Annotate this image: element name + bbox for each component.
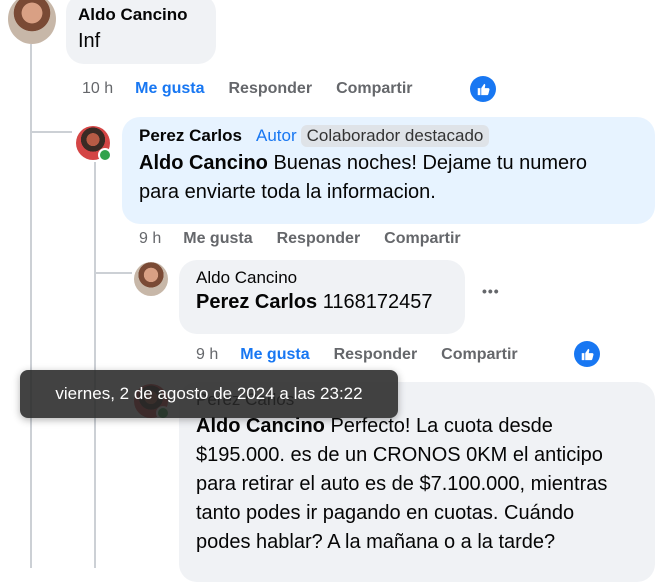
- top-contributor-badge: Colaborador destacado: [300, 125, 490, 147]
- thread-connector: [30, 131, 72, 133]
- comment-author[interactable]: Aldo Cancino: [78, 5, 204, 25]
- comment-actions: 9 h Me gusta Responder Compartir: [139, 230, 485, 248]
- like-button[interactable]: Me gusta: [240, 346, 309, 364]
- thread-line: [94, 162, 96, 568]
- mention-link[interactable]: Aldo Cancino: [196, 415, 325, 437]
- thread-line: [30, 44, 32, 568]
- comment-time[interactable]: 9 h: [196, 346, 218, 364]
- like-reaction-icon[interactable]: [574, 341, 600, 367]
- comment-time[interactable]: 10 h: [82, 80, 113, 98]
- thread-connector: [94, 272, 132, 274]
- comment-text: Perez Carlos 1168172457: [196, 291, 433, 313]
- comment-actions: 10 h Me gusta Responder Compartir: [82, 80, 437, 98]
- comment-time[interactable]: 9 h: [139, 230, 161, 248]
- like-button[interactable]: Me gusta: [135, 80, 204, 98]
- like-reaction-icon[interactable]: [470, 76, 496, 102]
- comment-bubble: Aldo Cancino Inf: [66, 0, 216, 64]
- like-button[interactable]: Me gusta: [183, 230, 252, 248]
- mention-link[interactable]: Aldo Cancino: [139, 152, 268, 174]
- more-options-icon[interactable]: •••: [482, 283, 500, 299]
- comment-author[interactable]: Perez Carlos: [139, 126, 242, 146]
- comment-text: Aldo Cancino Buenas noches! Dejame tu nu…: [139, 152, 587, 203]
- author-role-label: Autor: [256, 126, 297, 145]
- comment-bubble: Aldo Cancino Perez Carlos 1168172457: [179, 260, 465, 334]
- reply-button[interactable]: Responder: [228, 80, 312, 98]
- timestamp-tooltip: viernes, 2 de agosto de 2024 a las 23:22: [20, 370, 398, 418]
- comment-author[interactable]: Aldo Cancino: [196, 268, 453, 288]
- share-button[interactable]: Compartir: [384, 230, 460, 248]
- share-button[interactable]: Compartir: [441, 346, 517, 364]
- comment-text: Inf: [78, 30, 101, 52]
- comment-actions: 9 h Me gusta Responder Compartir: [196, 346, 542, 364]
- reply-button[interactable]: Responder: [334, 346, 418, 364]
- comment-text: Aldo Cancino Perfecto! La cuota desde $1…: [196, 415, 608, 553]
- reply-button[interactable]: Responder: [277, 230, 361, 248]
- mention-link[interactable]: Perez Carlos: [196, 291, 317, 313]
- online-status-icon: [98, 148, 112, 162]
- avatar[interactable]: [8, 0, 56, 44]
- avatar[interactable]: [134, 262, 168, 296]
- avatar[interactable]: [76, 126, 112, 162]
- share-button[interactable]: Compartir: [336, 80, 412, 98]
- comment-bubble: Perez Carlos Autor Colaborador destacado…: [122, 117, 655, 224]
